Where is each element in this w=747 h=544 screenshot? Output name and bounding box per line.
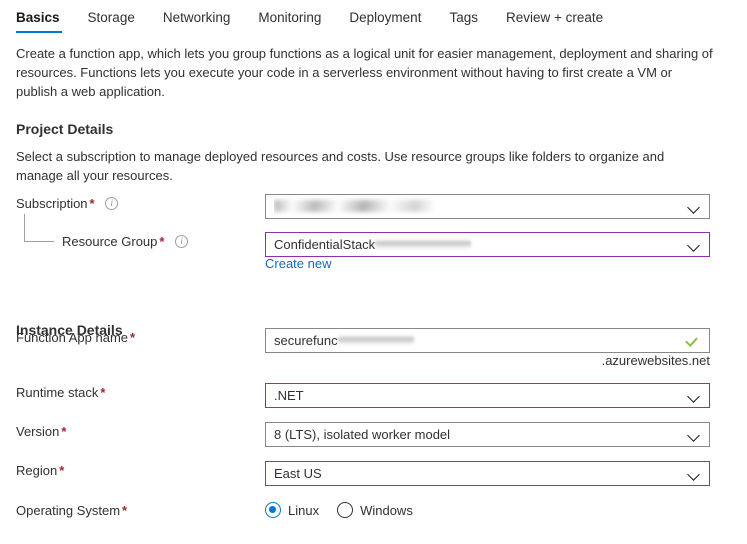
tab-monitoring[interactable]: Monitoring	[244, 8, 335, 35]
chevron-down-icon	[687, 200, 701, 214]
tab-storage[interactable]: Storage	[74, 8, 149, 35]
function-app-name-input[interactable]: securefunc	[265, 328, 710, 353]
resource-group-required-asterisk: *	[159, 234, 164, 249]
subscription-required-asterisk: *	[90, 196, 95, 211]
page-description: Create a function app, which lets you gr…	[16, 44, 713, 101]
chevron-down-icon	[687, 389, 701, 403]
runtime-stack-dropdown[interactable]: .NET	[265, 383, 710, 408]
function-app-name-value-wrapper: securefunc	[274, 329, 685, 352]
resource-group-value: ConfidentialStack	[274, 237, 375, 252]
tab-monitoring-label: Monitoring	[258, 10, 321, 25]
project-details-description: Select a subscription to manage deployed…	[16, 147, 707, 185]
resource-group-label-text: Resource Group	[62, 234, 157, 249]
resource-group-value-wrapper: ConfidentialStack	[274, 233, 687, 256]
tab-tags-label: Tags	[449, 10, 478, 25]
tab-basics[interactable]: Basics	[16, 8, 74, 35]
valid-checkmark-icon	[685, 334, 701, 348]
subscription-info-icon[interactable]	[105, 197, 118, 210]
function-app-name-label-text: Function App name	[16, 330, 128, 345]
resource-group-redacted-text	[375, 239, 471, 250]
subscription-label-text: Subscription	[16, 196, 88, 211]
region-required-asterisk: *	[59, 463, 64, 478]
create-new-resource-group-link[interactable]: Create new	[265, 256, 331, 271]
operating-system-label: Operating System*	[16, 503, 127, 518]
chevron-down-icon	[687, 238, 701, 252]
tab-networking-label: Networking	[163, 10, 231, 25]
tab-bar: Basics Storage Networking Monitoring Dep…	[0, 0, 747, 38]
radio-windows-indicator[interactable]	[337, 502, 353, 518]
subscription-redacted-text	[274, 200, 434, 212]
function-app-name-required-asterisk: *	[130, 330, 135, 345]
runtime-stack-row: Runtime stack* .NET	[0, 383, 747, 407]
tab-tags[interactable]: Tags	[435, 8, 492, 35]
operating-system-radio-group: Linux Windows	[265, 502, 423, 518]
chevron-down-icon	[687, 467, 701, 481]
radio-option-windows[interactable]: Windows	[337, 502, 413, 518]
version-value: 8 (LTS), isolated worker model	[274, 423, 687, 446]
subscription-row: Subscription*	[0, 194, 747, 218]
region-label: Region*	[16, 463, 64, 478]
operating-system-required-asterisk: *	[122, 503, 127, 518]
subscription-dropdown[interactable]	[265, 194, 710, 219]
radio-option-linux[interactable]: Linux	[265, 502, 319, 518]
region-value: East US	[274, 462, 687, 485]
tab-storage-label: Storage	[88, 10, 135, 25]
subscription-label: Subscription*	[16, 196, 118, 211]
chevron-down-icon	[687, 428, 701, 442]
function-app-name-row: Function App name* securefunc	[0, 328, 747, 352]
project-details-heading: Project Details	[16, 121, 747, 137]
version-row: Version* 8 (LTS), isolated worker model	[0, 422, 747, 446]
runtime-stack-value: .NET	[274, 384, 687, 407]
radio-linux-indicator[interactable]	[265, 502, 281, 518]
tab-deployment-label: Deployment	[349, 10, 421, 25]
region-dropdown[interactable]: East US	[265, 461, 710, 486]
version-dropdown[interactable]: 8 (LTS), isolated worker model	[265, 422, 710, 447]
version-required-asterisk: *	[61, 424, 66, 439]
tab-review-create-label: Review + create	[506, 10, 603, 25]
tab-networking[interactable]: Networking	[149, 8, 245, 35]
region-label-text: Region	[16, 463, 57, 478]
radio-windows-label: Windows	[360, 503, 413, 518]
operating-system-label-text: Operating System	[16, 503, 120, 518]
tab-deployment[interactable]: Deployment	[335, 8, 435, 35]
resource-group-label: Resource Group*	[62, 234, 188, 249]
function-app-name-suffix: .azurewebsites.net	[265, 353, 710, 368]
function-app-name-label: Function App name*	[16, 330, 135, 345]
runtime-stack-label: Runtime stack*	[16, 385, 105, 400]
subscription-value	[274, 195, 687, 218]
tab-review-create[interactable]: Review + create	[492, 8, 617, 35]
tab-basics-label: Basics	[16, 10, 60, 25]
radio-linux-label: Linux	[288, 503, 319, 518]
function-app-name-redacted-text	[338, 335, 414, 346]
runtime-stack-label-text: Runtime stack	[16, 385, 98, 400]
version-label: Version*	[16, 424, 66, 439]
resource-group-dropdown[interactable]: ConfidentialStack	[265, 232, 710, 257]
resource-group-info-icon[interactable]	[175, 235, 188, 248]
function-app-name-value: securefunc	[274, 333, 338, 348]
operating-system-row: Operating System* Linux Windows	[0, 501, 747, 525]
runtime-stack-required-asterisk: *	[100, 385, 105, 400]
region-row: Region* East US	[0, 461, 747, 485]
resource-group-row: Resource Group* ConfidentialStack	[0, 232, 747, 256]
version-label-text: Version	[16, 424, 59, 439]
